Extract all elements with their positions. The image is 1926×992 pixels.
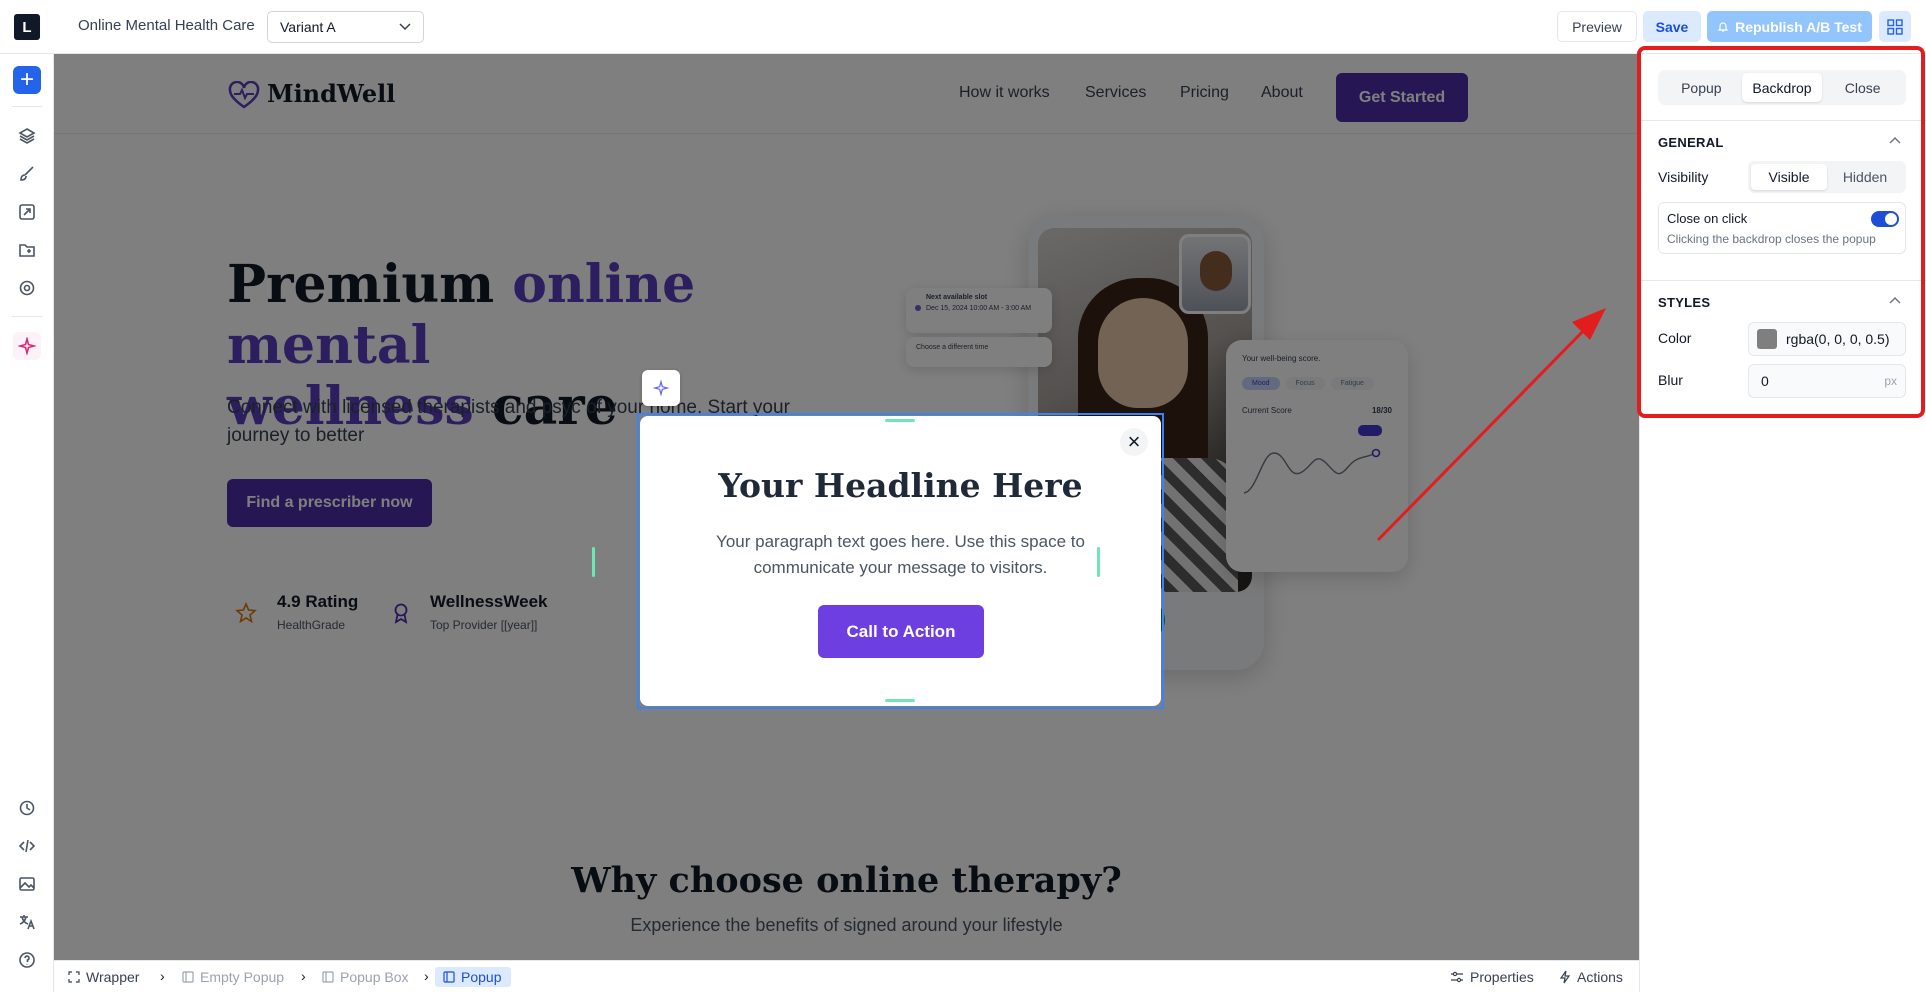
chevron-right-icon: › [301,968,306,984]
annotation-highlight-box [1637,46,1925,418]
export-icon [19,204,35,220]
app-logo[interactable]: L [14,14,40,40]
ai-edit-button[interactable] [642,370,680,406]
resize-handle-left[interactable] [592,547,595,577]
top-bar: L Online Mental Health Care Variant A Pr… [0,0,1926,54]
republish-label: Republish A/B Test [1735,18,1862,35]
sparkle-icon [653,380,669,396]
variant-select[interactable]: Variant A [267,11,424,43]
editor-canvas[interactable]: MindWell How it works Services Pricing A… [54,54,1639,960]
popup-paragraph[interactable]: Your paragraph text goes here. Use this … [704,529,1097,581]
divider [12,316,42,317]
code-icon [18,839,36,853]
layers-button[interactable] [13,122,41,150]
breadcrumb-label: Wrapper [86,969,140,985]
qr-grid-button[interactable] [1879,11,1911,42]
breadcrumb-label: Popup Box [340,969,409,985]
gear-icon [19,280,35,296]
lightning-icon [1559,970,1571,984]
sparkle-icon [18,337,36,355]
popup-icon [322,971,334,983]
frame-icon [68,971,80,983]
divider [12,106,42,107]
breadcrumb-popup[interactable]: Popup [435,967,512,987]
variant-select-value: Variant A [280,19,336,35]
help-circle-icon [19,952,35,968]
breadcrumb-empty-popup[interactable]: Empty Popup [182,969,284,985]
sliders-icon [1451,971,1463,983]
translate-icon [19,915,35,930]
layers-icon [18,128,36,144]
chevron-right-icon: › [424,968,429,984]
add-element-button[interactable]: + [13,66,41,94]
image-icon [19,877,35,891]
chevron-right-icon: › [160,968,165,984]
actions-button[interactable]: Actions [1559,969,1623,985]
preview-button[interactable]: Preview [1557,11,1637,42]
folder-button[interactable] [13,236,41,264]
history-button[interactable] [13,794,41,822]
republish-ab-test-button[interactable]: Republish A/B Test [1707,11,1872,42]
translate-button[interactable] [13,908,41,936]
resize-handle-top[interactable] [885,419,915,422]
breadcrumb-popup-box[interactable]: Popup Box [322,969,409,985]
history-icon [19,800,35,816]
breadcrumb-label: Empty Popup [200,969,285,985]
brush-icon [20,166,34,181]
popup-icon [443,971,455,983]
status-bar: Wrapper › Empty Popup › Popup Box › Popu… [54,960,1639,992]
popup-close-button[interactable]: × [1120,428,1148,456]
save-button[interactable]: Save [1643,11,1701,42]
popup-icon [182,971,194,983]
plus-icon: + [19,66,34,93]
code-button[interactable] [13,832,41,860]
left-toolbar: + [0,54,54,992]
resize-handle-right[interactable] [1097,547,1100,577]
page-name: Online Mental Health Care [78,17,255,34]
popup-headline[interactable]: Your Headline Here [640,466,1161,505]
export-button[interactable] [13,198,41,226]
folder-plus-icon [19,244,35,257]
grid-icon [1887,18,1903,35]
popup-cta-button[interactable]: Call to Action [818,605,984,658]
properties-button[interactable]: Properties [1450,969,1534,985]
bell-icon [1717,21,1729,32]
media-button[interactable] [13,870,41,898]
actions-label: Actions [1577,969,1623,985]
ai-assistant-button[interactable] [13,332,41,360]
chevron-down-icon [399,23,411,31]
breadcrumb-wrapper[interactable]: Wrapper [68,969,139,985]
style-button[interactable] [13,160,41,188]
settings-button[interactable] [13,274,41,302]
breadcrumb-label: Popup [461,969,502,985]
resize-handle-bottom[interactable] [885,699,915,702]
help-button[interactable] [13,946,41,974]
properties-label: Properties [1470,969,1534,985]
